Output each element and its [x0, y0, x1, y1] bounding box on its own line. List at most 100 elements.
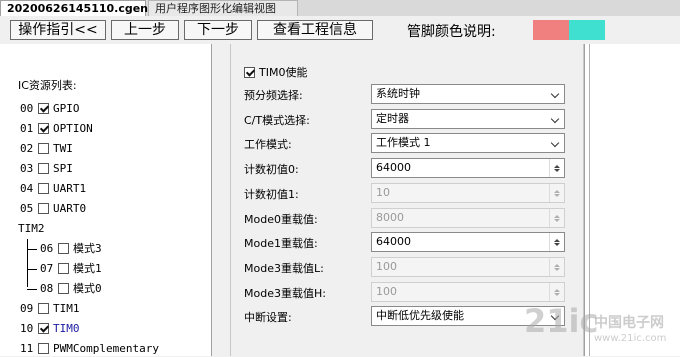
pin-color-swatch-red	[533, 20, 569, 40]
resource-item-number: 05	[20, 202, 34, 215]
resource-item-twi[interactable]: 02 TWI	[20, 141, 73, 157]
resource-item-uart1[interactable]: 04 UART1	[20, 181, 86, 197]
resource-item-label: UART0	[53, 202, 87, 215]
field-value: 64000	[376, 235, 411, 249]
toolbar: 操作指引<< 上一步 下一步 查看工程信息 管脚颜色说明:	[0, 16, 680, 45]
spinner-arrows-icon	[549, 282, 564, 301]
resource-item-number: 11	[20, 342, 34, 355]
tab-cgen-file[interactable]: 20200626145110.cgen	[0, 0, 148, 16]
resource-item-number: 08	[40, 282, 54, 295]
resource-item-checkbox[interactable]	[38, 143, 49, 154]
resource-item-checkbox[interactable]	[38, 103, 49, 114]
field-label: Mode1重载值:	[244, 237, 318, 251]
field-label: Mode3重载值L:	[244, 261, 324, 275]
resource-item-模式3[interactable]: 06 模式3	[40, 241, 102, 257]
resource-item-number: 10	[20, 322, 34, 335]
resource-item-checkbox[interactable]	[38, 323, 49, 334]
resource-item-checkbox[interactable]	[38, 203, 49, 214]
resource-item-option[interactable]: 01 OPTION	[20, 121, 93, 137]
spinner-arrows-icon[interactable]	[549, 233, 564, 252]
field-value: 工作模式 1	[376, 136, 431, 150]
pin-color-legend-label: 管脚颜色说明:	[407, 24, 496, 40]
resource-item-label: PWMComplementary	[53, 342, 159, 355]
watermark-url: www.21ic.com	[594, 333, 667, 344]
watermark-logo: 21ic	[524, 302, 599, 340]
panel-separator	[212, 44, 230, 356]
resource-item-label: SPI	[53, 162, 73, 175]
resource-group-tim2[interactable]: TIM2	[18, 221, 45, 237]
field-label: 工作模式:	[244, 138, 292, 152]
tree-branch	[27, 249, 37, 250]
resource-item-模式1[interactable]: 07 模式1	[40, 261, 102, 277]
next-step-button[interactable]: 下一步	[184, 20, 252, 40]
field-value: 中断低优先级使能	[376, 309, 464, 323]
resource-item-label: UART1	[53, 182, 87, 195]
resource-item-gpio[interactable]: 00 GPIO	[20, 101, 80, 117]
resource-item-number: 01	[20, 122, 34, 135]
resource-item-模式0[interactable]: 08 模式0	[40, 281, 102, 297]
dropdown-select[interactable]: 定时器	[371, 108, 565, 129]
watermark-site: 中国电子网	[594, 315, 664, 331]
resource-item-checkbox[interactable]	[38, 183, 49, 194]
resource-item-number: 00	[20, 102, 34, 115]
resource-item-checkbox[interactable]	[38, 123, 49, 134]
spinner-arrows-icon[interactable]	[549, 159, 564, 178]
number-spinner[interactable]: 64000	[371, 232, 565, 253]
field-label: C/T模式选择:	[244, 113, 310, 127]
previous-step-button[interactable]: 上一步	[111, 20, 179, 40]
resource-item-number: 04	[20, 182, 34, 195]
resource-item-label: 模式3	[73, 242, 102, 255]
number-spinner: 100	[371, 281, 565, 302]
tim0-enable-label: TIM0使能	[259, 66, 308, 79]
resource-item-pwmcomplementary[interactable]: 11 PWMComplementary	[20, 341, 159, 357]
field-value: 100	[376, 259, 397, 273]
view-project-info-button[interactable]: 查看工程信息	[257, 20, 373, 40]
number-spinner[interactable]: 64000	[371, 158, 565, 179]
resource-item-checkbox[interactable]	[58, 283, 69, 294]
field-label: Mode0重载值:	[244, 212, 318, 226]
resource-item-number: 03	[20, 162, 34, 175]
resource-item-label: GPIO	[53, 102, 80, 115]
tab-graphical-editor[interactable]: 用户程序图形化编辑视图	[148, 0, 298, 16]
field-label: 预分频选择:	[244, 89, 303, 102]
resource-item-checkbox[interactable]	[38, 343, 49, 354]
resource-item-label: OPTION	[53, 122, 93, 135]
dropdown-select[interactable]: 系统时钟	[371, 84, 565, 104]
resource-item-number: 07	[40, 262, 54, 275]
spinner-arrows-icon	[549, 257, 564, 276]
resource-item-checkbox[interactable]	[58, 243, 69, 254]
resource-item-tim0[interactable]: 10 TIM0	[20, 321, 80, 337]
pin-color-swatch-teal	[569, 20, 605, 40]
tree-connector	[27, 239, 28, 287]
resource-item-number: 09	[20, 302, 34, 315]
tree-branch	[27, 289, 37, 290]
dropdown-select[interactable]: 工作模式 1	[371, 133, 565, 154]
resource-item-tim1[interactable]: 09 TIM1	[20, 301, 80, 317]
resource-item-label: 模式0	[73, 282, 102, 295]
resource-item-checkbox[interactable]	[58, 263, 69, 274]
resource-item-spi[interactable]: 03 SPI	[20, 161, 73, 177]
resource-item-label: 模式1	[73, 262, 102, 275]
tim0-enable-row[interactable]: TIM0使能	[244, 64, 307, 80]
resource-list-title: IC资源列表:	[18, 79, 77, 92]
resource-item-uart0[interactable]: 05 UART0	[20, 201, 86, 217]
operation-guide-button[interactable]: 操作指引<<	[10, 20, 106, 40]
tim0-enable-checkbox[interactable]	[244, 67, 255, 78]
resource-item-checkbox[interactable]	[38, 163, 49, 174]
field-value: 定时器	[376, 111, 409, 125]
number-spinner: 8000	[371, 207, 565, 228]
field-label: 中断设置:	[244, 311, 292, 325]
spinner-arrows-icon	[549, 208, 564, 227]
resource-item-label: TWI	[53, 142, 73, 155]
tree-branch	[27, 269, 37, 270]
resource-item-number: 06	[40, 242, 54, 255]
resource-item-label: TIM0	[53, 322, 80, 335]
field-value: 100	[376, 284, 397, 298]
number-spinner: 10	[371, 182, 565, 203]
tab-strip: 20200626145110.cgen 用户程序图形化编辑视图	[0, 0, 680, 16]
number-spinner: 100	[371, 256, 565, 277]
field-value: 64000	[376, 161, 411, 175]
resource-item-checkbox[interactable]	[38, 303, 49, 314]
resource-item-label: TIM1	[53, 302, 80, 315]
field-value: 10	[376, 185, 390, 199]
